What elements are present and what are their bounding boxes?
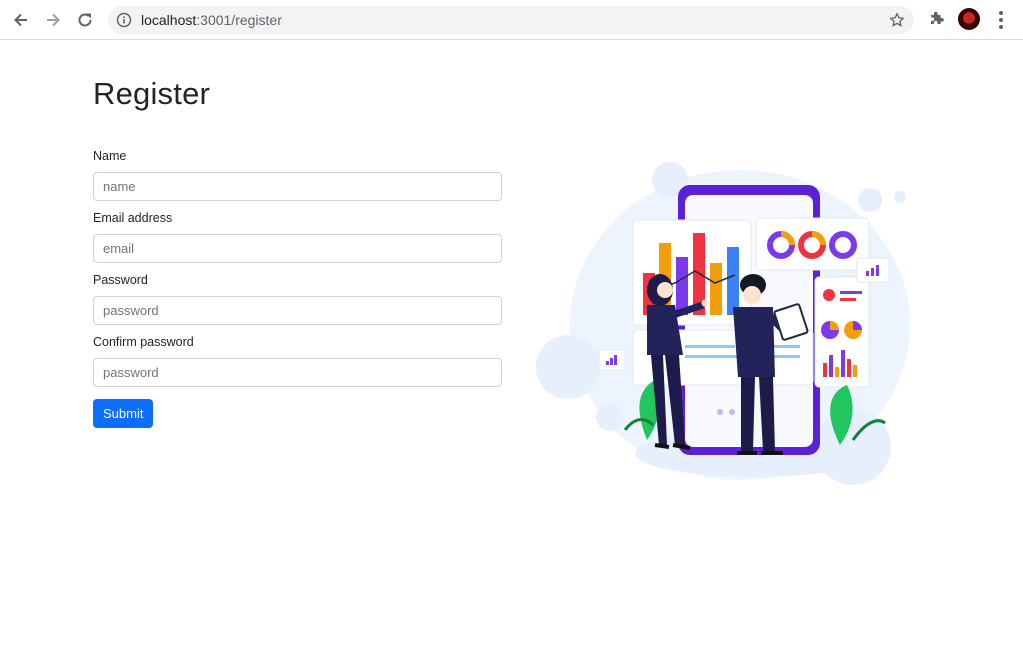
password-label: Password	[93, 273, 148, 287]
reload-icon	[78, 13, 92, 27]
url-path: :3001/register	[196, 12, 282, 28]
confirm-password-group: Confirm password	[93, 334, 502, 387]
name-group: Name	[93, 148, 502, 201]
confirm-password-input[interactable]	[93, 358, 502, 387]
reload-button[interactable]	[73, 8, 97, 32]
puzzle-icon[interactable]	[928, 9, 946, 27]
url-text[interactable]: localhost:3001/register	[141, 12, 282, 28]
email-label: Email address	[93, 211, 173, 225]
name-label: Name	[93, 149, 127, 163]
register-form: Name Email address Password Confirm pass…	[93, 148, 502, 428]
confirm-password-label: Confirm password	[93, 335, 194, 349]
password-input[interactable]	[93, 296, 502, 325]
submit-button[interactable]: Submit	[93, 399, 154, 428]
kebab-menu-icon[interactable]	[993, 9, 1009, 31]
name-input[interactable]	[93, 172, 502, 201]
profile-avatar[interactable]	[958, 8, 980, 30]
back-arrow-icon	[14, 13, 27, 27]
back-button[interactable]	[9, 8, 33, 32]
email-input[interactable]	[93, 234, 502, 263]
email-group: Email address	[93, 210, 502, 263]
forward-arrow-icon	[47, 13, 60, 27]
address-bar[interactable]: localhost:3001/register	[108, 6, 914, 34]
analytics-illustration	[536, 162, 910, 485]
page-title: Register	[93, 76, 211, 111]
browser-toolbar: localhost:3001/register	[0, 0, 1023, 40]
info-icon[interactable]	[116, 12, 132, 28]
url-host: localhost	[141, 12, 197, 28]
password-group: Password	[93, 272, 502, 325]
star-icon[interactable]	[889, 12, 905, 28]
forward-button[interactable]	[41, 8, 65, 32]
